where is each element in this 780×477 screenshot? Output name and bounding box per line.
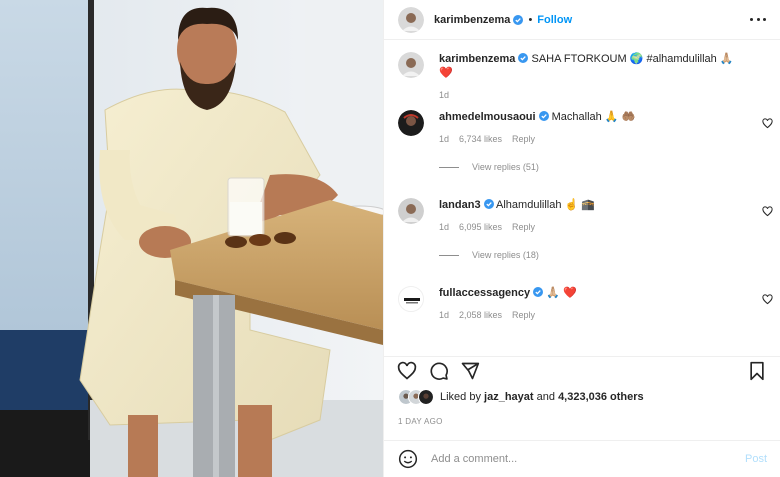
view-replies-label: View replies (51): [472, 162, 539, 172]
comment-username[interactable]: fullaccessagency: [439, 287, 530, 299]
caption-username[interactable]: karimbenzema: [439, 53, 515, 65]
verified-badge-icon: [518, 53, 529, 63]
like-heart-icon[interactable]: [397, 361, 417, 381]
liker-avatar: [418, 389, 434, 405]
comment-likes[interactable]: 2,058 likes: [459, 310, 502, 320]
emoji-icon[interactable]: [398, 449, 418, 469]
author-avatar[interactable]: [398, 6, 424, 33]
comment-time: 1d: [439, 222, 450, 232]
reply-button[interactable]: Reply: [512, 222, 535, 232]
verified-badge-icon: [483, 199, 494, 209]
save-bookmark-icon[interactable]: [747, 361, 767, 381]
caption-time: 1d: [439, 90, 450, 100]
reply-button[interactable]: Reply: [512, 310, 535, 320]
share-paper-plane-icon[interactable]: [460, 361, 480, 381]
comment-input[interactable]: [431, 453, 731, 465]
author-username[interactable]: karimbenzema: [434, 14, 510, 26]
post-header: karimbenzema • Follow: [384, 0, 780, 40]
like-comment-heart-icon[interactable]: [762, 118, 773, 129]
caption-avatar[interactable]: [398, 52, 424, 78]
comment-likes[interactable]: 6,734 likes: [459, 134, 502, 144]
comment-text: 🙏🏼 ❤️: [546, 287, 577, 299]
instagram-post: karimbenzema • Follow karimbenzema SAHA …: [0, 0, 780, 477]
comment-username[interactable]: ahmedelmousaoui: [439, 111, 536, 123]
separator-dot: •: [528, 13, 533, 26]
post-comment-button[interactable]: Post: [745, 453, 767, 465]
reply-button[interactable]: Reply: [512, 134, 535, 144]
add-comment-bar: Post: [384, 440, 780, 477]
action-bar: [384, 356, 780, 382]
comment-text: Alhamdulillah ☝️ 🕋: [496, 199, 595, 211]
comment-item: ahmedelmousaoui Machallah 🙏 🤲🏽 1d 6,734 …: [384, 110, 780, 198]
liked-by-others[interactable]: 4,323,036 others: [558, 391, 644, 403]
liked-by-user[interactable]: jaz_hayat: [484, 391, 534, 403]
verified-badge-icon: [538, 111, 549, 121]
post-photo[interactable]: [0, 0, 383, 477]
more-options-icon[interactable]: [750, 18, 766, 21]
comment-bubble-icon[interactable]: [429, 361, 449, 381]
liked-by-and: and: [536, 391, 555, 403]
likes-summary: Liked by jaz_hayat and 4,323,036 others: [398, 389, 644, 405]
liked-by-prefix: Liked by: [440, 391, 481, 403]
comment-avatar[interactable]: [398, 198, 424, 224]
like-comment-heart-icon[interactable]: [762, 206, 773, 217]
comment-time: 1d: [439, 310, 450, 320]
liker-avatars[interactable]: [398, 389, 434, 405]
like-comment-heart-icon[interactable]: [762, 294, 773, 305]
comment-item: landan3 Alhamdulillah ☝️ 🕋 1d 6,095 like…: [384, 198, 780, 286]
follow-button[interactable]: Follow: [537, 14, 572, 26]
post-side-panel: karimbenzema • Follow karimbenzema SAHA …: [383, 0, 780, 477]
caption-text-line: karimbenzema SAHA FTORKOUM 🌍 #alhamdulil…: [439, 52, 749, 80]
comment-item: fullaccessagency 🙏🏼 ❤️ 1d 2,058 likes Re…: [384, 286, 780, 336]
comments-list: karimbenzema SAHA FTORKOUM 🌍 #alhamdulil…: [384, 52, 780, 336]
view-replies-button[interactable]: View replies (18): [439, 250, 749, 260]
comment-time: 1d: [439, 134, 450, 144]
comment-avatar[interactable]: [398, 110, 424, 136]
view-replies-button[interactable]: View replies (51): [439, 162, 749, 172]
post-timestamp[interactable]: 1 DAY AGO: [398, 417, 443, 426]
comment-likes[interactable]: 6,095 likes: [459, 222, 502, 232]
verified-badge-icon: [513, 14, 524, 25]
view-replies-label: View replies (18): [472, 250, 539, 260]
comment-username[interactable]: landan3: [439, 199, 481, 211]
comment-text: Machallah 🙏 🤲🏽: [551, 111, 636, 123]
post-image: [0, 0, 383, 477]
caption: karimbenzema SAHA FTORKOUM 🌍 #alhamdulil…: [384, 52, 780, 110]
verified-badge-icon: [533, 287, 544, 297]
comment-avatar[interactable]: [398, 286, 424, 312]
